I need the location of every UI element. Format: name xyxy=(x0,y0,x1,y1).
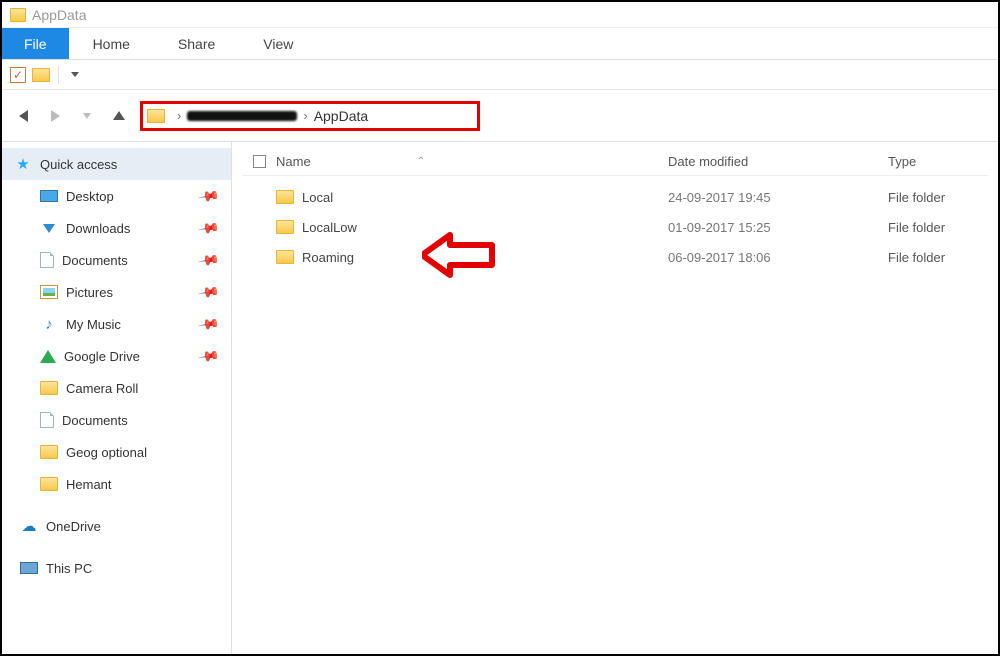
tab-home[interactable]: Home xyxy=(69,28,154,59)
nav-forward-icon[interactable] xyxy=(44,105,66,127)
row-name: Roaming xyxy=(302,250,354,265)
sidebar-item-desktop[interactable]: Desktop 📌 xyxy=(2,180,231,212)
music-icon: ♪ xyxy=(40,316,58,332)
sidebar-item-pictures[interactable]: Pictures 📌 xyxy=(2,276,231,308)
titlebar: AppData xyxy=(2,2,998,28)
sidebar: ★ Quick access Desktop 📌 Downloads 📌 Doc… xyxy=(2,142,232,654)
sort-indicator-icon: ⌃ xyxy=(317,156,425,167)
sidebar-item-label: Google Drive xyxy=(64,349,140,364)
sidebar-item-google-drive[interactable]: Google Drive 📌 xyxy=(2,340,231,372)
sidebar-item-label: Pictures xyxy=(66,285,113,300)
sidebar-item-hemant[interactable]: Hemant xyxy=(2,468,231,500)
folder-icon xyxy=(276,250,294,264)
ribbon-tabs: File Home Share View xyxy=(2,28,998,60)
table-row[interactable]: Local 24-09-2017 19:45 File folder xyxy=(242,182,988,212)
sidebar-item-label: Downloads xyxy=(66,221,130,236)
nav-back-icon[interactable] xyxy=(12,105,34,127)
column-name[interactable]: Name ⌃ xyxy=(276,154,668,169)
sidebar-item-label: Documents xyxy=(62,413,128,428)
sidebar-item-label: Desktop xyxy=(66,189,114,204)
this-pc-icon xyxy=(20,562,38,574)
qat-separator xyxy=(58,66,59,84)
row-type: File folder xyxy=(888,250,988,265)
sidebar-onedrive[interactable]: ☁ OneDrive xyxy=(2,510,231,542)
folder-icon xyxy=(40,381,58,395)
sidebar-item-label: Hemant xyxy=(66,477,112,492)
pin-icon: 📌 xyxy=(196,344,220,368)
pictures-icon xyxy=(40,285,58,299)
navigation-bar: › › AppData xyxy=(2,90,998,142)
tab-view[interactable]: View xyxy=(239,28,317,59)
tab-share[interactable]: Share xyxy=(154,28,239,59)
folder-icon xyxy=(40,477,58,491)
tab-file[interactable]: File xyxy=(2,28,69,59)
row-date: 01-09-2017 15:25 xyxy=(668,220,888,235)
document-icon xyxy=(40,412,54,428)
sidebar-this-pc-label: This PC xyxy=(46,561,92,576)
row-type: File folder xyxy=(888,220,988,235)
sidebar-item-camera-roll[interactable]: Camera Roll xyxy=(2,372,231,404)
google-drive-icon xyxy=(40,350,56,363)
row-name: Local xyxy=(302,190,333,205)
row-date: 06-09-2017 18:06 xyxy=(668,250,888,265)
sidebar-item-documents[interactable]: Documents 📌 xyxy=(2,244,231,276)
nav-history-dropdown-icon[interactable] xyxy=(76,105,98,127)
pin-icon: 📌 xyxy=(196,184,220,208)
address-bar[interactable]: › › AppData xyxy=(140,101,480,131)
sidebar-item-geog-optional[interactable]: Geog optional xyxy=(2,436,231,468)
desktop-icon xyxy=(40,190,58,202)
sidebar-this-pc[interactable]: This PC xyxy=(2,552,231,584)
sidebar-item-downloads[interactable]: Downloads 📌 xyxy=(2,212,231,244)
pin-icon: 📌 xyxy=(196,280,220,304)
rows: Local 24-09-2017 19:45 File folder Local… xyxy=(242,176,988,272)
breadcrumb-current[interactable]: AppData xyxy=(314,108,368,124)
qat-properties-icon[interactable]: ✓ xyxy=(10,67,26,83)
sidebar-item-label: My Music xyxy=(66,317,121,332)
breadcrumb-separator-icon: › xyxy=(303,108,307,123)
main-area: ★ Quick access Desktop 📌 Downloads 📌 Doc… xyxy=(2,142,998,654)
pin-icon: 📌 xyxy=(196,216,220,240)
sidebar-item-label: Geog optional xyxy=(66,445,147,460)
star-icon: ★ xyxy=(14,156,32,172)
sidebar-onedrive-label: OneDrive xyxy=(46,519,101,534)
address-folder-icon xyxy=(147,109,165,123)
downloads-icon xyxy=(40,220,58,236)
sidebar-item-music[interactable]: ♪ My Music 📌 xyxy=(2,308,231,340)
quick-access-toolbar: ✓ xyxy=(2,60,998,90)
sidebar-item-label: Documents xyxy=(62,253,128,268)
sidebar-item-label: Camera Roll xyxy=(66,381,138,396)
pin-icon: 📌 xyxy=(196,248,220,272)
pin-icon: 📌 xyxy=(196,312,220,336)
onedrive-icon: ☁ xyxy=(20,518,38,534)
table-row[interactable]: LocalLow 01-09-2017 15:25 File folder xyxy=(242,212,988,242)
row-date: 24-09-2017 19:45 xyxy=(668,190,888,205)
document-icon xyxy=(40,252,54,268)
row-name: LocalLow xyxy=(302,220,357,235)
file-list: Name ⌃ Date modified Type Local 24-09-20… xyxy=(232,142,998,654)
sidebar-quick-access-label: Quick access xyxy=(40,157,117,172)
column-date-modified[interactable]: Date modified xyxy=(668,154,888,169)
folder-icon xyxy=(276,220,294,234)
breadcrumb-redacted-user[interactable] xyxy=(187,111,297,121)
qat-folder-icon[interactable] xyxy=(32,68,50,82)
window-title: AppData xyxy=(32,7,86,23)
folder-icon xyxy=(40,445,58,459)
column-checkbox[interactable] xyxy=(242,155,276,168)
folder-icon xyxy=(276,190,294,204)
qat-customize-dropdown-icon[interactable] xyxy=(71,72,79,77)
sidebar-quick-access[interactable]: ★ Quick access xyxy=(2,148,231,180)
row-type: File folder xyxy=(888,190,988,205)
window-folder-icon xyxy=(10,8,26,22)
column-type[interactable]: Type xyxy=(888,154,988,169)
breadcrumb-separator-icon: › xyxy=(177,108,181,123)
table-row[interactable]: Roaming 06-09-2017 18:06 File folder xyxy=(242,242,988,272)
nav-up-icon[interactable] xyxy=(108,105,130,127)
sidebar-item-documents-2[interactable]: Documents xyxy=(2,404,231,436)
column-headers: Name ⌃ Date modified Type xyxy=(242,148,988,176)
